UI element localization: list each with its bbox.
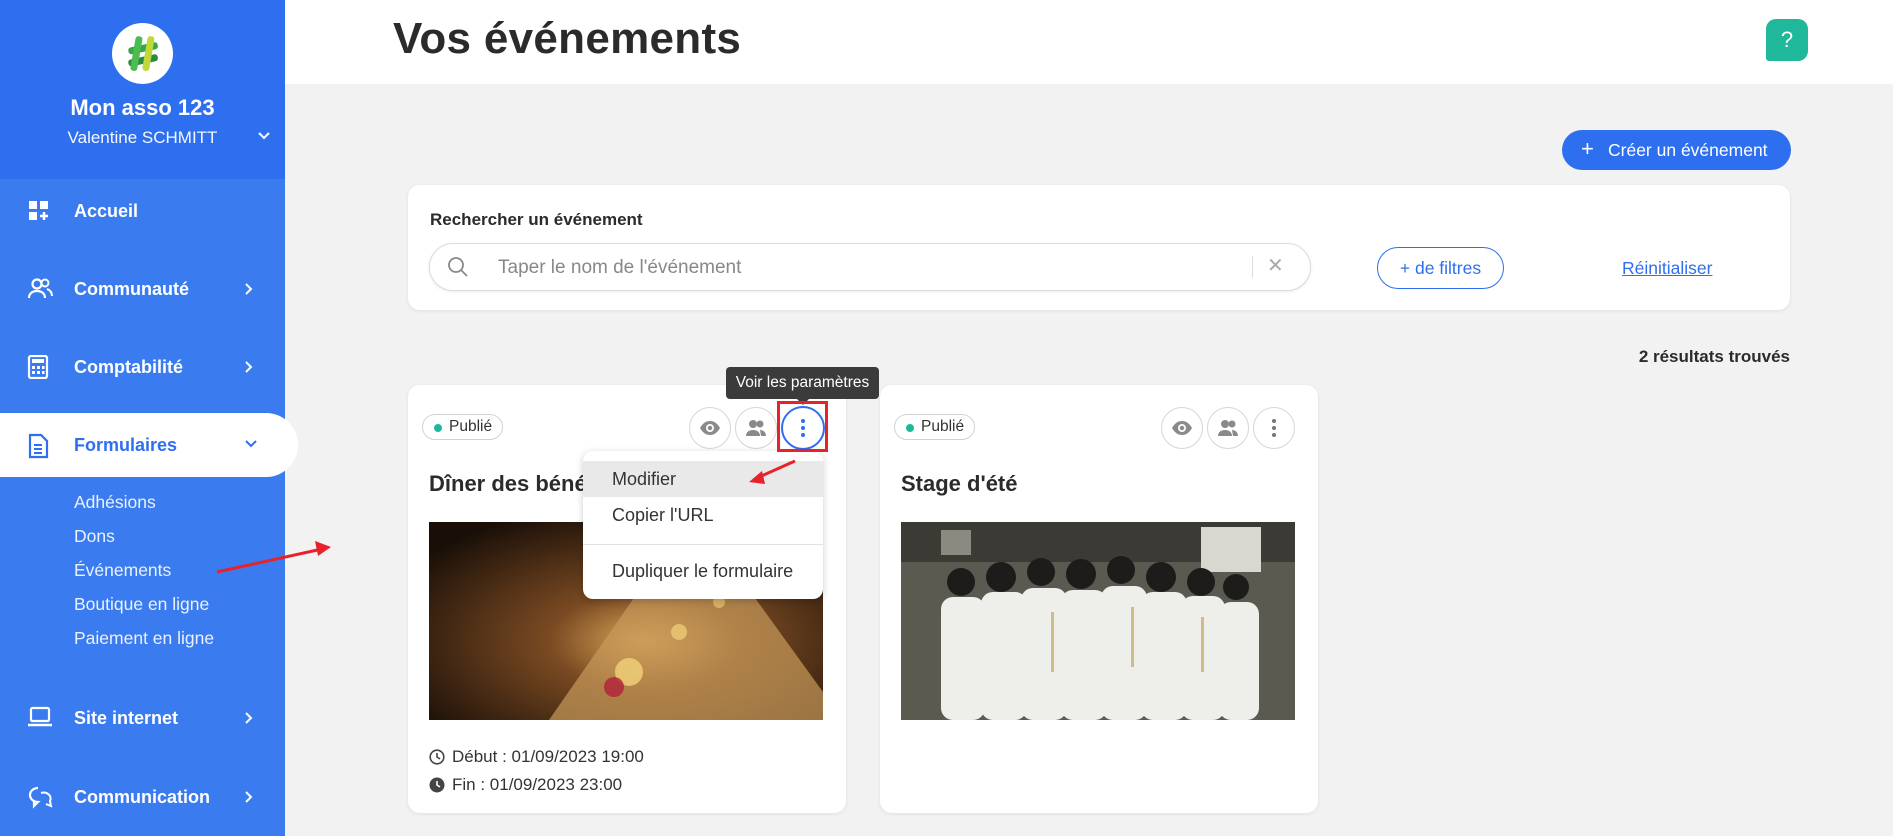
event-card[interactable]: Publié Stage d'été [880, 385, 1318, 813]
clear-icon[interactable]: ✕ [1267, 253, 1284, 278]
eye-icon [1172, 421, 1192, 435]
clock-filled-icon [429, 777, 445, 793]
search-card: Rechercher un événement ✕ + de filtres R… [408, 185, 1790, 310]
top-bar: Vos événements ? [285, 0, 1893, 84]
sidebar-item-accueil[interactable]: Accueil [0, 183, 285, 239]
event-end: Fin : 01/09/2023 23:00 [429, 775, 622, 795]
sidebar-subitem-dons[interactable]: Dons [74, 526, 115, 547]
sidebar-subitem-paiement[interactable]: Paiement en ligne [74, 628, 214, 649]
page-title: Vos événements [393, 14, 742, 63]
create-event-button[interactable]: + Créer un événement [1562, 130, 1791, 170]
search-icon [448, 257, 468, 277]
event-end-text: Fin : 01/09/2023 23:00 [452, 775, 623, 794]
participants-button[interactable] [735, 407, 777, 449]
community-icon [27, 278, 53, 299]
menu-item-copier-url[interactable]: Copier l'URL [583, 497, 823, 533]
sidebar: Mon asso 123 Valentine SCHMITT Accueil C… [0, 0, 298, 836]
help-button[interactable]: ? [1766, 19, 1808, 61]
user-name[interactable]: Valentine SCHMITT [0, 128, 285, 148]
chat-icon [28, 786, 53, 809]
status-badge: Publié [422, 414, 504, 440]
sidebar-item-label: Formulaires [74, 435, 178, 455]
laptop-icon [28, 706, 52, 727]
plus-icon: + [1581, 136, 1594, 161]
people-icon [746, 420, 766, 436]
sidebar-item-comptabilite[interactable]: Comptabilité [0, 339, 285, 395]
clock-icon [429, 749, 445, 765]
sidebar-item-label: Site internet [74, 708, 179, 728]
menu-item-label: Modifier [612, 469, 677, 489]
eye-icon [700, 421, 720, 435]
sidebar-item-communaute[interactable]: Communauté [0, 261, 285, 317]
chevron-down-icon[interactable] [257, 131, 271, 141]
participants-button[interactable] [1207, 407, 1249, 449]
people-icon [1218, 420, 1238, 436]
status-badge: Publié [894, 414, 976, 440]
preview-button[interactable] [1161, 407, 1203, 449]
calculator-icon [27, 355, 49, 379]
menu-item-modifier[interactable]: Modifier [583, 461, 823, 497]
org-name: Mon asso 123 [70, 95, 215, 120]
tooltip: Voir les paramètres [726, 367, 879, 405]
preview-button[interactable] [689, 407, 731, 449]
sidebar-item-communication[interactable]: Communication [0, 769, 285, 825]
create-event-label: Créer un événement [1608, 140, 1768, 160]
event-start-text: Début : 01/09/2023 19:00 [452, 747, 644, 766]
sidebar-item-label: Comptabilité [74, 357, 184, 377]
sidebar-subitem-adhesions[interactable]: Adhésions [74, 492, 156, 513]
sidebar-header: Mon asso 123 Valentine SCHMITT [0, 0, 285, 179]
reset-link[interactable]: Réinitialiser [1622, 258, 1712, 279]
sidebar-item-site-internet[interactable]: Site internet [0, 690, 285, 746]
event-start: Début : 01/09/2023 19:00 [429, 747, 644, 767]
divider [1252, 256, 1253, 278]
dashboard-icon [29, 201, 48, 220]
sidebar-item-label: Communauté [74, 279, 190, 299]
chevron-right-icon [245, 283, 253, 295]
sidebar-item-formulaires[interactable]: Formulaires [0, 413, 298, 477]
event-title[interactable]: Dîner des béné [429, 471, 587, 497]
search-input[interactable] [496, 254, 1080, 282]
chevron-right-icon [245, 361, 253, 373]
sidebar-subitem-boutique[interactable]: Boutique en ligne [74, 594, 209, 615]
settings-menu-button[interactable] [1253, 407, 1295, 449]
sidebar-item-label: Accueil [74, 201, 139, 221]
sidebar-subitem-evenements[interactable]: Événements [74, 560, 171, 581]
menu-divider [583, 544, 823, 545]
more-filters-button[interactable]: + de filtres [1377, 247, 1504, 289]
results-count: 2 résultats trouvés [1638, 347, 1790, 366]
event-title[interactable]: Stage d'été [901, 471, 1018, 497]
chevron-down-icon [245, 440, 257, 448]
more-vertical-icon [1272, 419, 1276, 437]
annotation-highlight-box [777, 401, 828, 452]
sidebar-item-label: Communication [74, 787, 211, 807]
search-label: Rechercher un événement [430, 210, 643, 229]
menu-item-dupliquer[interactable]: Dupliquer le formulaire [583, 553, 823, 589]
org-logo[interactable] [112, 23, 173, 84]
event-image [901, 522, 1295, 720]
search-box[interactable]: ✕ [429, 243, 1311, 291]
chevron-right-icon [245, 712, 253, 724]
menu-item-label: Copier l'URL [612, 505, 714, 525]
document-icon [28, 433, 49, 459]
chevron-right-icon [245, 791, 253, 803]
menu-item-label: Dupliquer le formulaire [612, 561, 794, 581]
settings-dropdown-menu: Modifier Copier l'URL Dupliquer le formu… [583, 451, 823, 599]
